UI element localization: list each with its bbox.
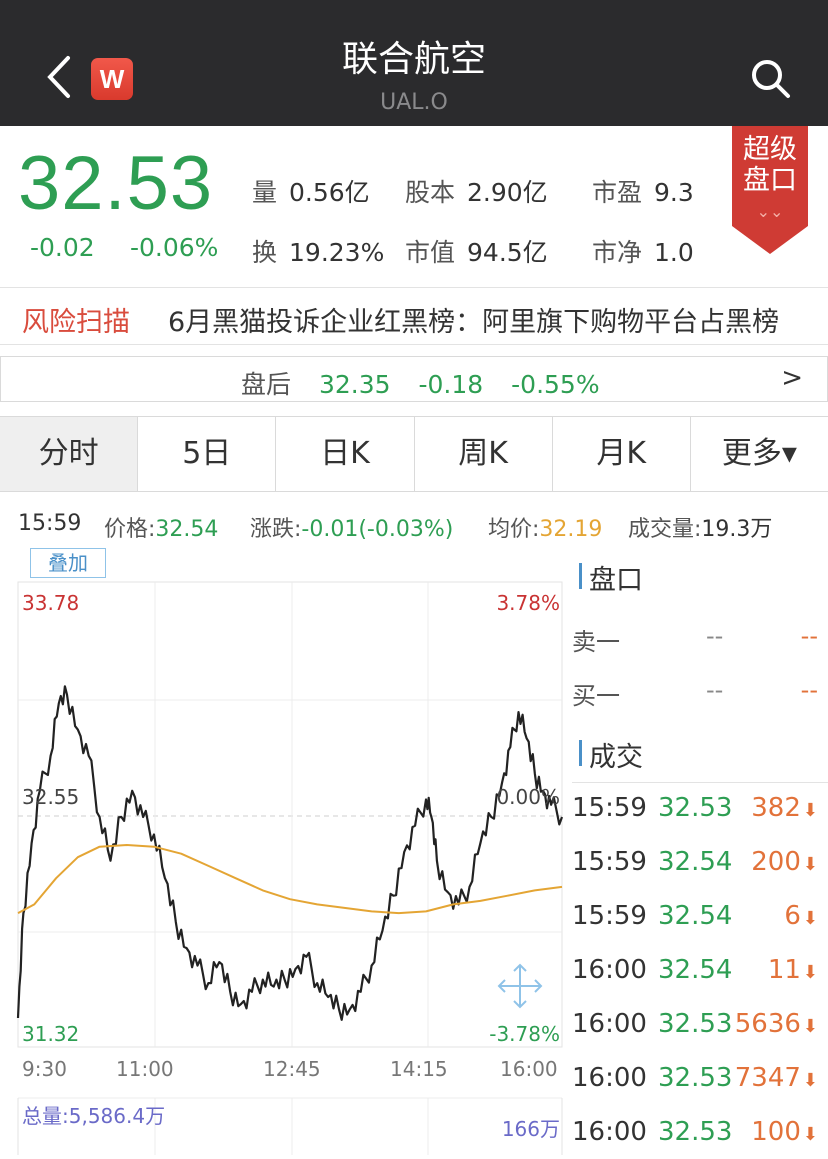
tab-monthly-k[interactable]: 月K	[553, 417, 691, 491]
divider	[572, 782, 828, 783]
x-tick-label: 14:15	[390, 1057, 448, 1081]
double-chevron-down-icon: ⌄⌄	[756, 202, 784, 221]
trade-volume: 5636 ⬇	[734, 1009, 818, 1039]
divider	[0, 344, 828, 345]
mid-pct-label: 0.00%	[496, 785, 560, 809]
fullscreen-arrows-icon[interactable]	[497, 963, 543, 1009]
price-change: -0.02	[30, 233, 95, 262]
after-hours-price: 32.35	[318, 370, 391, 399]
risk-scan-label[interactable]: 风险扫描	[22, 300, 130, 339]
stat-pe: 市盈 9.3	[592, 178, 694, 207]
trade-price: 32.54	[658, 901, 733, 931]
tab-daily-k[interactable]: 日K	[276, 417, 415, 491]
risk-scan-news[interactable]: 6月黑猫投诉企业红黑榜：阿里旗下购物平台占黑榜	[168, 300, 828, 339]
ask-1-row: 卖一 -- --	[572, 622, 822, 656]
trade-price: 32.54	[658, 955, 733, 985]
tab-weekly-k[interactable]: 周K	[415, 417, 553, 491]
bid-1-row: 买一 -- --	[572, 676, 822, 710]
mid-price-label: 32.55	[22, 785, 80, 809]
ask-1-volume: --	[800, 622, 818, 650]
current-price: 32.53	[18, 141, 214, 226]
trade-price: 32.53	[658, 793, 733, 823]
ask-1-price: --	[706, 622, 724, 650]
after-hours-change: -0.18	[418, 370, 484, 399]
stock-ticker: UAL.O	[380, 90, 448, 115]
down-arrow-icon: ⬇	[802, 1124, 818, 1145]
price-line	[16, 685, 564, 1021]
cursor-change: 涨跌:-0.01(-0.03%)	[250, 517, 454, 542]
intraday-chart[interactable]: 叠加 33.78 3.78% 32.55 0.00% 31.32 -3.78% …	[0, 540, 566, 1155]
total-volume-label: 总量:5,586.4万	[22, 1104, 166, 1128]
section-marker	[579, 563, 582, 589]
x-tick-label: 9:30	[22, 1057, 67, 1081]
trade-price: 32.53	[658, 1063, 733, 1093]
trade-volume: 6 ⬇	[784, 901, 818, 931]
trade-price: 32.54	[658, 847, 733, 877]
low-price-label: 31.32	[22, 1022, 80, 1046]
orderbook-title: 盘口	[589, 565, 643, 596]
max-volume-label: 166万	[501, 1117, 560, 1141]
ask-1-label: 卖一	[572, 628, 620, 656]
trade-price: 32.53	[658, 1009, 733, 1039]
x-tick-label: 12:45	[263, 1057, 321, 1081]
cursor-time: 15:59	[18, 511, 82, 536]
bid-1-price: --	[706, 676, 724, 704]
after-hours-label: 盘后	[241, 370, 292, 399]
down-arrow-icon: ⬇	[802, 962, 818, 983]
down-arrow-icon: ⬇	[802, 1016, 818, 1037]
trade-volume: 200 ⬇	[751, 847, 818, 877]
trade-time: 16:00	[572, 1009, 647, 1039]
tab-intraday[interactable]: 分时	[0, 417, 139, 491]
chart-period-tabs: 分时 5日 日K 周K 月K 更多▾	[0, 416, 828, 492]
cursor-price: 价格:32.54	[104, 517, 219, 542]
stat-shares: 股本 2.90亿	[405, 178, 548, 207]
trade-volume: 100 ⬇	[751, 1117, 818, 1147]
search-icon[interactable]	[748, 56, 792, 100]
average-price-line	[17, 844, 563, 915]
high-pct-label: 3.78%	[496, 591, 560, 615]
tab-5day[interactable]: 5日	[138, 417, 277, 491]
stat-turnover: 换 19.23%	[252, 238, 385, 267]
trade-time: 16:00	[572, 1063, 647, 1093]
down-arrow-icon: ⬇	[802, 908, 818, 929]
cursor-volume: 成交量:19.3万	[628, 517, 773, 542]
after-hours-change-pct: -0.55%	[511, 370, 600, 399]
down-arrow-icon: ⬇	[802, 1070, 818, 1091]
trades-title: 成交	[589, 742, 643, 773]
down-arrow-icon: ⬇	[802, 800, 818, 821]
trade-time: 16:00	[572, 1117, 647, 1147]
trade-volume: 382 ⬇	[751, 793, 818, 823]
price-change-pct: -0.06%	[130, 233, 219, 262]
high-price-label: 33.78	[22, 591, 80, 615]
down-arrow-icon: ⬇	[802, 854, 818, 875]
trade-time: 16:00	[572, 955, 647, 985]
overlay-button[interactable]: 叠加	[30, 548, 106, 578]
bid-1-volume: --	[800, 676, 818, 704]
x-tick-label: 16:00	[500, 1057, 558, 1081]
trade-volume: 11 ⬇	[767, 955, 818, 985]
stat-pb: 市净 1.0	[592, 238, 694, 267]
trade-time: 15:59	[572, 793, 647, 823]
tab-more[interactable]: 更多▾	[691, 417, 828, 491]
stat-market-cap: 市值 94.5亿	[405, 238, 548, 267]
trade-time: 15:59	[572, 901, 647, 931]
bid-1-label: 买一	[572, 682, 620, 710]
after-hours-bar[interactable]: 盘后 32.35 -0.18 -0.55% >	[0, 356, 828, 402]
divider	[0, 287, 828, 288]
section-marker	[579, 740, 582, 766]
stock-name: 联合航空	[341, 39, 486, 80]
chevron-right-icon[interactable]: >	[781, 363, 803, 393]
low-pct-label: -3.78%	[489, 1022, 560, 1046]
trade-volume: 7347 ⬇	[734, 1063, 818, 1093]
trade-price: 32.53	[658, 1117, 733, 1147]
stat-volume: 量 0.56亿	[252, 178, 370, 207]
trade-time: 15:59	[572, 847, 647, 877]
x-tick-label: 11:00	[116, 1057, 174, 1081]
super-orderbook-label[interactable]: 超级 盘口	[732, 134, 808, 196]
top-nav-bar: W 联合航空 UAL.O	[0, 0, 828, 126]
cursor-average: 均价:32.19	[488, 517, 603, 542]
